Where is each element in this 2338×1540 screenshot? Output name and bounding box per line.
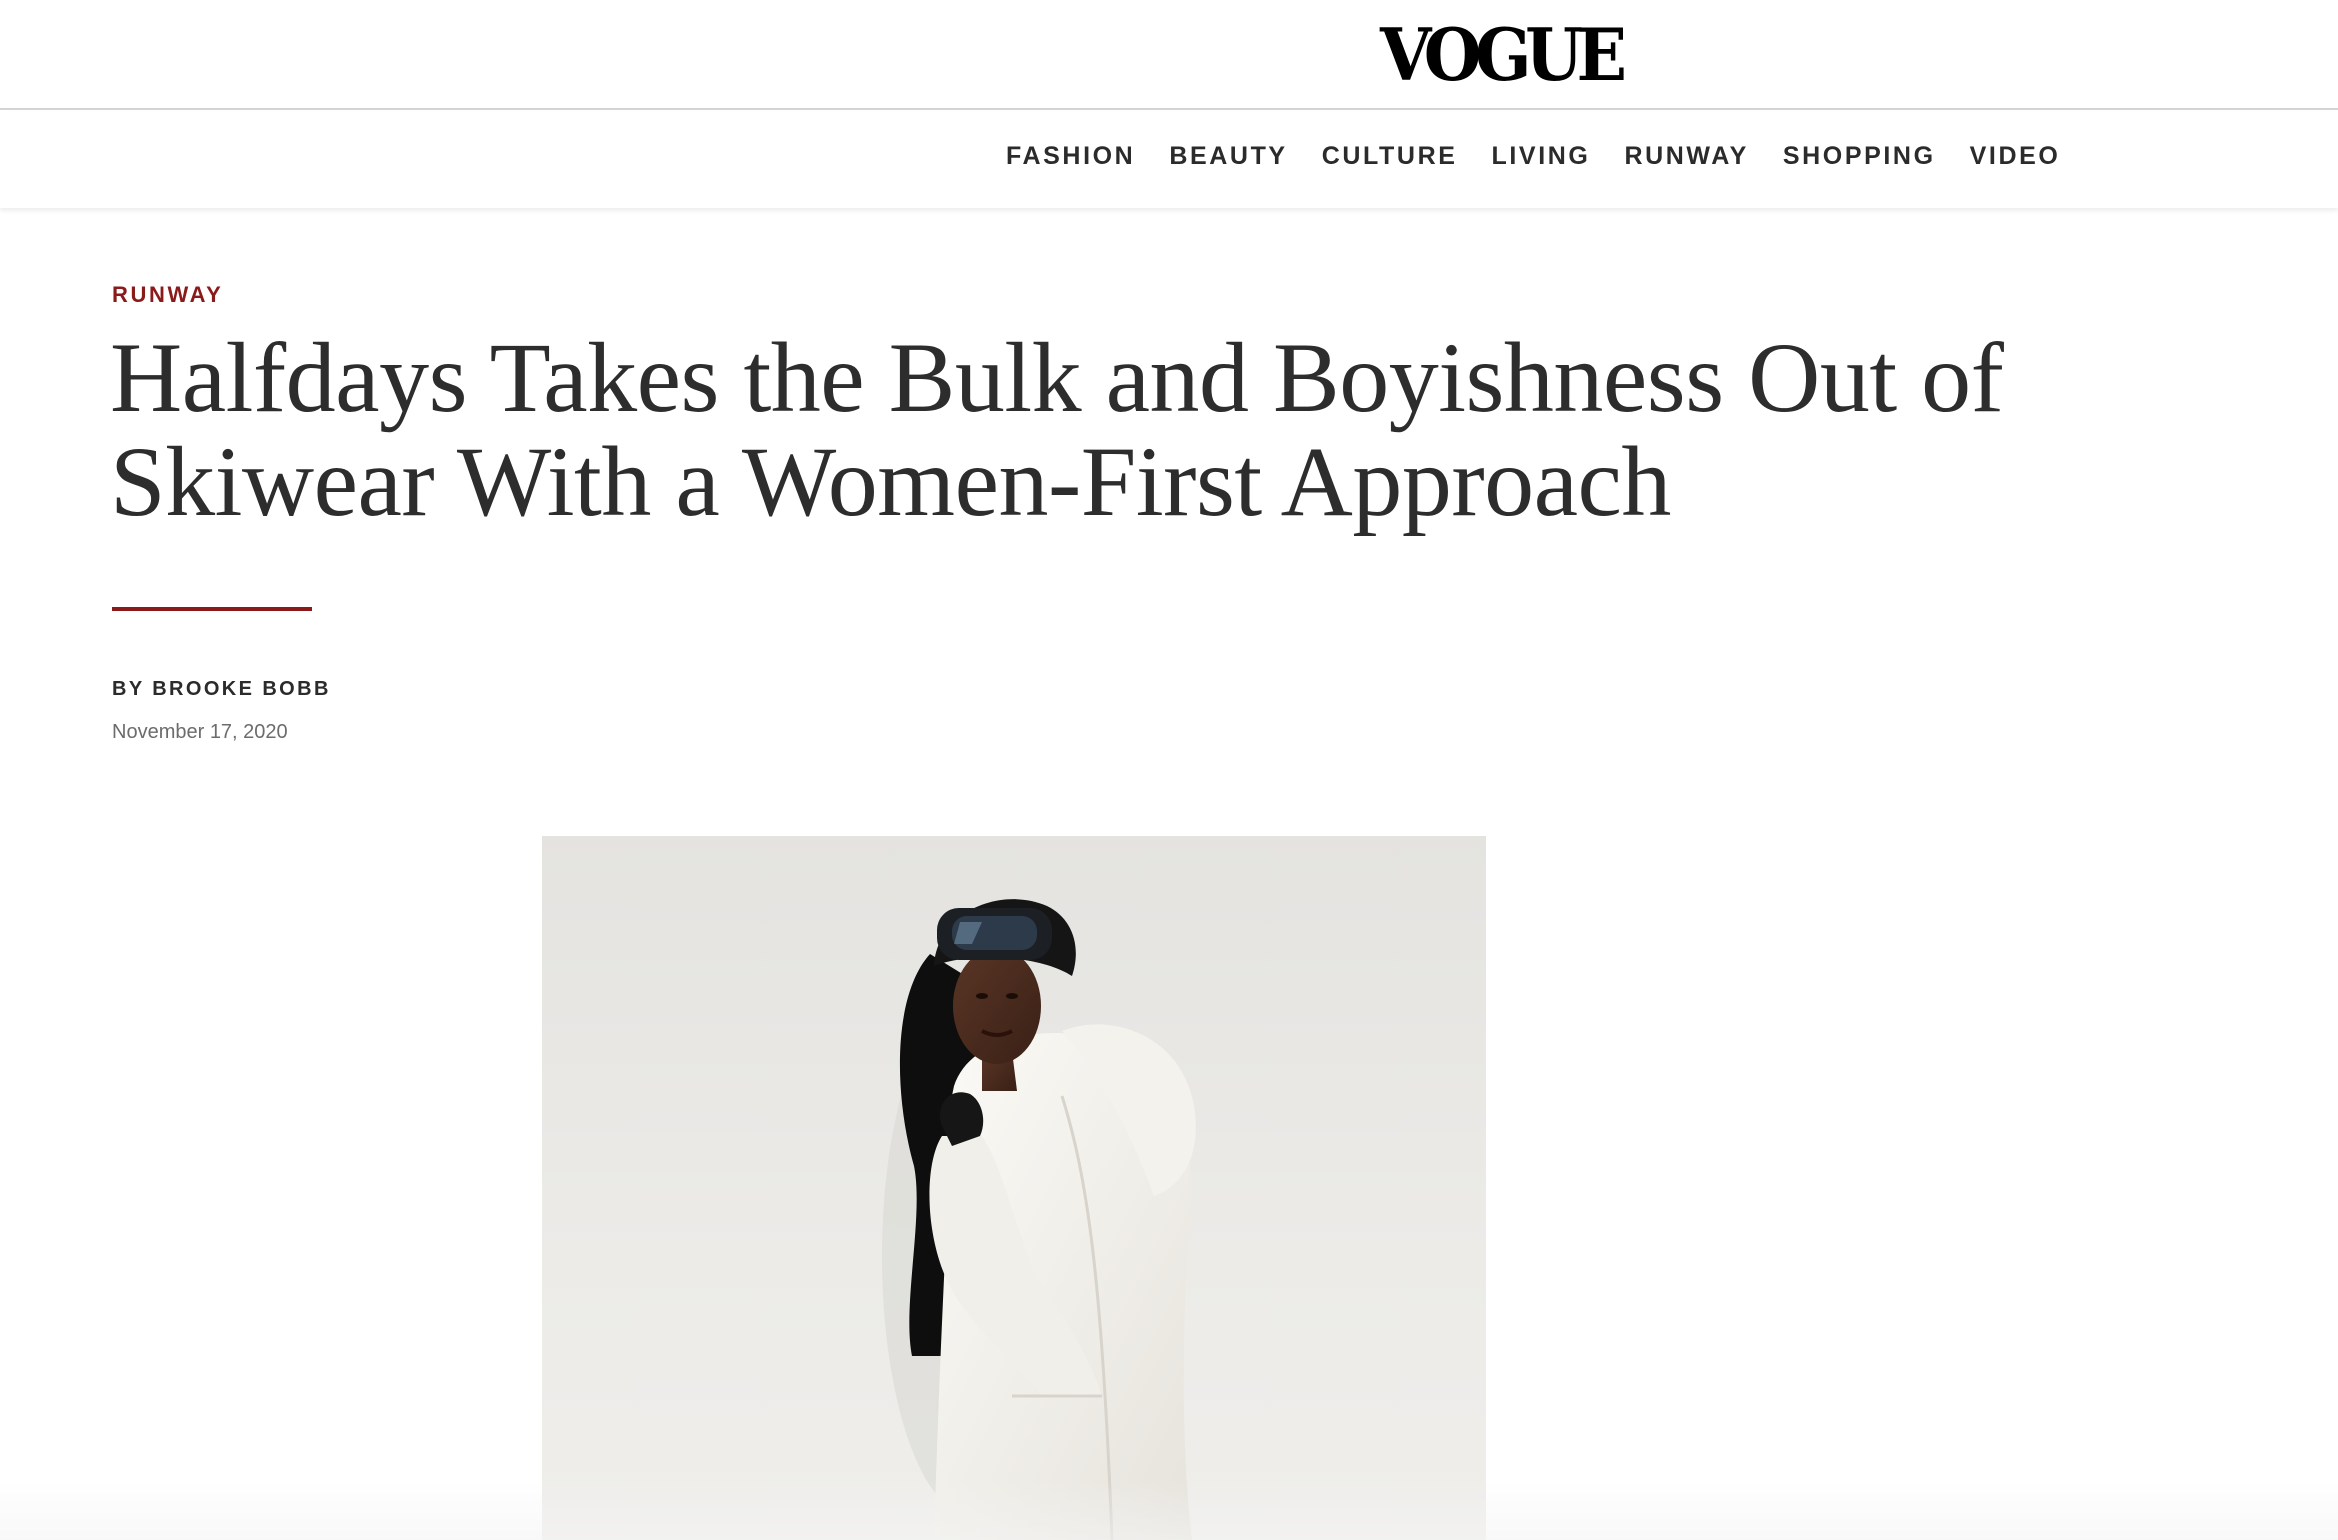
nav-list: FASHION BEAUTY CULTURE LIVING RUNWAY SHO… [1006,142,2060,171]
article-headline: Halfdays Takes the Bulk and Boyishness O… [110,322,2004,537]
nav-item-video[interactable]: VIDEO [1970,142,2061,171]
site-header: VOGUE [0,0,2338,110]
byline-prefix: BY [112,678,145,700]
lead-photo-illustration [882,899,1196,1540]
nav-item-culture[interactable]: CULTURE [1322,142,1458,171]
vogue-logo[interactable]: VOGUE [1380,12,1627,97]
author-link[interactable]: BROOKE BOBB [152,678,331,700]
nav-item-fashion[interactable]: FASHION [1006,142,1135,171]
headline-divider [112,607,312,611]
article-byline: BY BROOKE BOBB [112,678,331,701]
nav-item-living[interactable]: LIVING [1492,142,1591,171]
main-nav: FASHION BEAUTY CULTURE LIVING RUNWAY SHO… [0,112,2338,208]
nav-item-runway[interactable]: RUNWAY [1624,142,1748,171]
nav-item-shopping[interactable]: SHOPPING [1783,142,1936,171]
nav-item-beauty[interactable]: BEAUTY [1169,142,1287,171]
lead-photo [542,836,1486,1540]
publish-date: November 17, 2020 [112,721,288,743]
article-kicker-link[interactable]: RUNWAY [112,282,223,308]
